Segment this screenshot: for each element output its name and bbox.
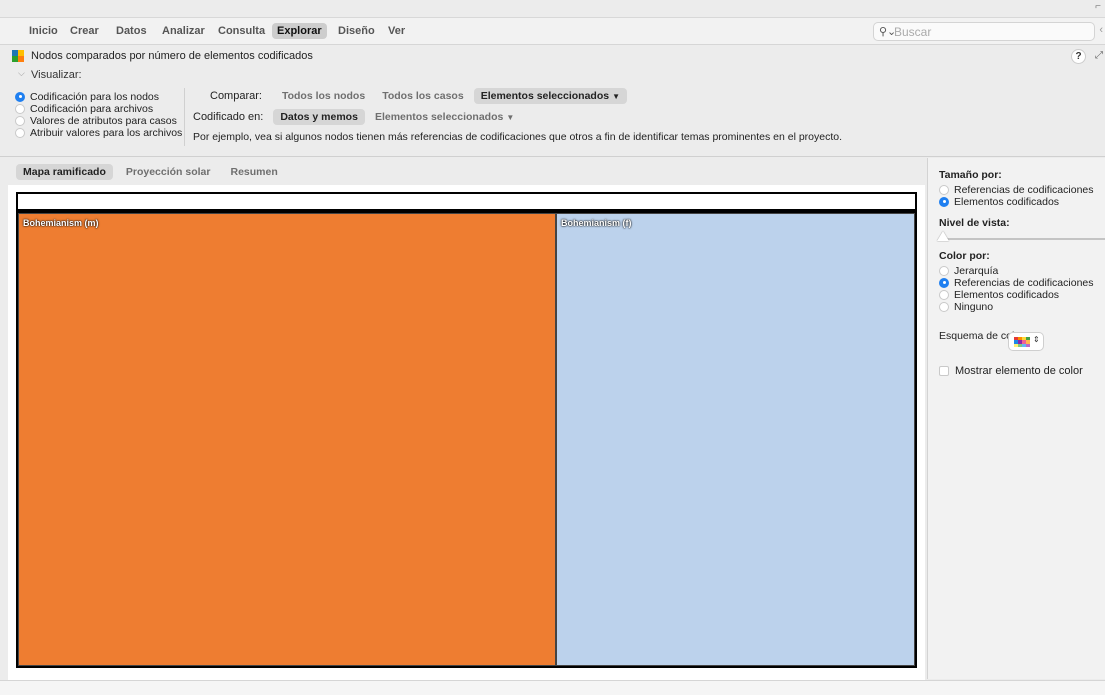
view-level-label: Nivel de vista: [939, 217, 1010, 229]
visualize-option[interactable]: Codificación para los nodos [15, 91, 182, 103]
divider [184, 88, 185, 146]
show-color-item-row[interactable]: Mostrar elemento de color [939, 365, 1083, 377]
treemap-tile[interactable]: Bohemianism (m) [18, 213, 556, 666]
tab-treemap[interactable]: Mapa ramificado [16, 164, 113, 180]
option-label: Elementos codificados [954, 195, 1060, 208]
document-titlebar: Nodos comparados por número de elementos… [0, 46, 1105, 65]
visualize-option[interactable]: Atribuir valores para los archivos [15, 127, 182, 139]
radio-button[interactable] [15, 103, 25, 114]
coded-in-selected-label: Elementos seleccionados [374, 111, 504, 123]
option-label: Codificación para archivos [30, 102, 154, 115]
size-by-option[interactable]: Referencias de codificaciones [939, 184, 1094, 196]
compare-label: Comparar: [210, 90, 262, 102]
color-by-label: Color por: [939, 250, 990, 262]
option-label: Atribuir valores para los archivos [30, 126, 183, 139]
radio-button[interactable] [939, 289, 949, 300]
compare-all-nodes[interactable]: Todos los nodos [275, 88, 372, 104]
option-label: Elementos codificados [954, 288, 1060, 301]
compare-row: Comparar: Todos los nodos Todos los caso… [210, 88, 630, 104]
visualize-label: Visualizar: [31, 69, 82, 81]
color-scheme-popup[interactable]: ⇕ [1008, 332, 1044, 351]
color-by-options: Jerarquía Referencias de codificaciones … [939, 265, 1094, 313]
size-by-label: Tamaño por: [939, 169, 1002, 181]
radio-button[interactable] [939, 277, 949, 288]
menu-analizar[interactable]: Analizar [157, 23, 210, 39]
option-label: Ninguno [954, 300, 994, 313]
pin-icon[interactable]: ⌐ [1095, 1, 1101, 12]
radio-button[interactable] [939, 196, 949, 207]
menu-inicio[interactable]: Inicio [24, 23, 63, 39]
show-color-item-label: Mostrar elemento de color [955, 365, 1083, 377]
option-label: Referencias de codificaciones [954, 183, 1094, 196]
search-box[interactable]: ⚲⌄ [873, 22, 1095, 41]
radio-button[interactable] [15, 115, 25, 126]
ribbon-menubar: Inicio Crear Datos Analizar Consulta Exp… [0, 18, 1105, 45]
treemap-tile-label: Bohemianism (m) [23, 218, 99, 228]
example-description: Por ejemplo, vea si algunos nodos tienen… [193, 131, 843, 143]
color-by-option[interactable]: Jerarquía [939, 265, 1094, 277]
radio-button[interactable] [939, 301, 949, 312]
menu-ver[interactable]: Ver [383, 23, 410, 39]
window-top-strip: ⌐ [0, 0, 1105, 18]
visualize-options: Codificación para los nodos Codificación… [15, 91, 182, 139]
coded-in-row: Codificado en: Datos y memos Elementos s… [193, 109, 524, 125]
status-bar [0, 680, 1105, 695]
tab-sunburst[interactable]: Proyección solar [119, 164, 218, 180]
treemap-root-header[interactable] [16, 192, 917, 211]
compare-selected-items[interactable]: Elementos seleccionados ▼ [473, 88, 627, 104]
view-level-slider-handle[interactable] [937, 231, 949, 241]
option-label: Referencias de codificaciones [954, 276, 1094, 289]
radio-button[interactable] [15, 127, 25, 138]
tab-summary[interactable]: Resumen [223, 164, 284, 180]
help-button[interactable]: ? [1071, 49, 1086, 64]
visualize-header[interactable]: ⌵ Visualizar: [0, 66, 1105, 83]
app-window: ⌐ Inicio Crear Datos Analizar Consulta E… [0, 0, 1105, 695]
radio-button[interactable] [939, 265, 949, 276]
treemap: Bohemianism (m) Bohemianism (f) [16, 211, 917, 668]
visualize-option[interactable]: Valores de atributos para casos [15, 115, 182, 127]
compare-selected-label: Elementos seleccionados [480, 90, 610, 102]
option-label: Valores de atributos para casos [30, 114, 177, 127]
expand-icon[interactable]: ⤢ [1095, 50, 1103, 61]
color-by-option[interactable]: Referencias de codificaciones [939, 277, 1094, 289]
chevron-left-icon[interactable]: ‹ [1099, 24, 1103, 36]
dropdown-arrow-icon: ▼ [506, 113, 515, 122]
palette-swatch [1026, 343, 1030, 347]
show-color-item-checkbox[interactable] [939, 366, 949, 376]
updown-arrows-icon: ⇕ [1033, 335, 1040, 344]
radio-button[interactable] [15, 91, 25, 102]
size-by-options: Referencias de codificaciones Elementos … [939, 184, 1094, 208]
color-by-option[interactable]: Elementos codificados [939, 289, 1094, 301]
view-level-slider[interactable] [939, 238, 1105, 240]
option-label: Jerarquía [954, 264, 999, 277]
treemap-tile-label: Bohemianism (f) [561, 218, 632, 228]
visualize-option[interactable]: Codificación para archivos [15, 103, 182, 115]
coded-in-selected-items[interactable]: Elementos seleccionados ▼ [368, 109, 521, 125]
palette-icon [1014, 337, 1030, 347]
options-panel: Tamaño por: Referencias de codificacione… [927, 158, 1105, 679]
compare-all-cases[interactable]: Todos los casos [375, 88, 471, 104]
menu-explorar[interactable]: Explorar [272, 23, 327, 39]
divider [0, 156, 1105, 157]
treemap-tile[interactable]: Bohemianism (f) [556, 213, 915, 666]
radio-button[interactable] [939, 184, 949, 195]
chevron-down-icon[interactable]: ⌵ [18, 68, 25, 79]
color-by-option[interactable]: Ninguno [939, 301, 1094, 313]
option-label: Codificación para los nodos [30, 90, 159, 103]
treemap-app-icon [12, 50, 24, 62]
menu-consulta[interactable]: Consulta [213, 23, 270, 39]
menu-crear[interactable]: Crear [65, 23, 104, 39]
search-input[interactable] [894, 24, 1084, 39]
menu-datos[interactable]: Datos [111, 23, 152, 39]
coded-in-data-memos[interactable]: Datos y memos [273, 109, 365, 125]
document-title: Nodos comparados por número de elementos… [31, 50, 313, 62]
view-tabs: Mapa ramificado Proyección solar Resumen [16, 164, 291, 180]
dropdown-arrow-icon: ▼ [612, 92, 620, 101]
menu-diseno[interactable]: Diseño [333, 23, 380, 39]
size-by-option[interactable]: Elementos codificados [939, 196, 1094, 208]
coded-in-label: Codificado en: [193, 111, 264, 123]
